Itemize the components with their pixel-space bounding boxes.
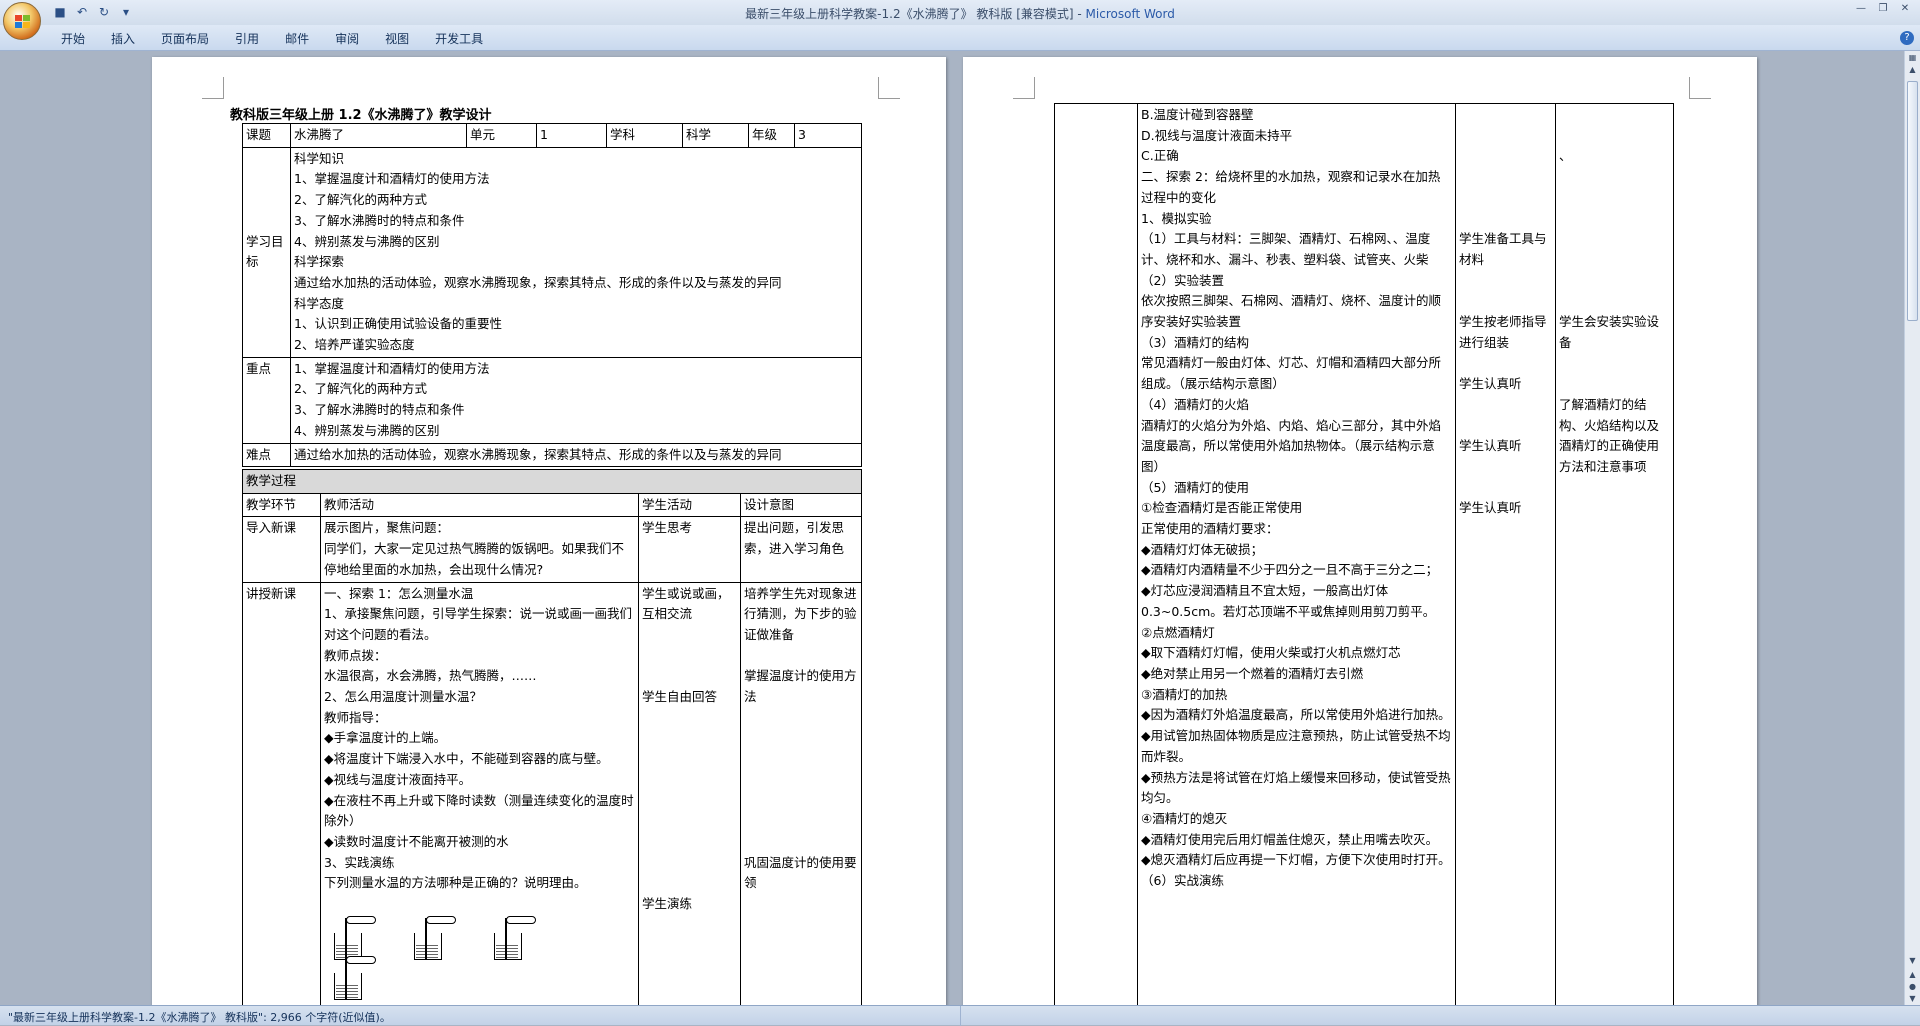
- table-cell: 课题: [242, 123, 291, 148]
- table-header: 教师活动: [320, 492, 639, 518]
- table-cell: 1、掌握温度计和酒精灯的使用方法 2、了解汽化的两种方式 3、了解水沸腾时的特点…: [290, 356, 862, 444]
- document-title: 最新三年级上册科学教案-1.2《水沸腾了》 教科版 [兼容模式] -: [745, 7, 1086, 21]
- table-row: B.温度计碰到容器壁 D.视线与温度计液面未持平 C.正确 二、探索 2：给烧杯…: [1054, 103, 1674, 1005]
- table-cell: 讲授新课: [242, 581, 321, 1005]
- table-cell: 科学: [682, 123, 749, 148]
- page-1: 教科版三年级上册 1.2《水沸腾了》教学设计 课题 水沸腾了 单元 1 学科 科…: [152, 57, 946, 1005]
- table-cell: 一、探索 1：怎么测量水温 1、承接聚焦问题，引导学生探索：说一说或画一画我们对…: [320, 581, 639, 1005]
- table-cell: 学习目标: [242, 146, 291, 358]
- table-cell: 学科: [606, 123, 683, 148]
- table-cell: 培养学生先对现象进行猜测，为下步的验证做准备 掌握温度计的使用方法 巩固温度计的…: [740, 581, 862, 1005]
- table-header: 教学环节: [242, 492, 321, 518]
- tab-mailings[interactable]: 邮件: [272, 30, 322, 47]
- vertical-scrollbar[interactable]: ▦ ▲ ▼ ▲ ● ▼: [1904, 51, 1920, 1005]
- tab-developer[interactable]: 开发工具: [422, 30, 496, 47]
- table-cell: 学生准备工具与材料 学生按老师指导进行组装 学生认真听 学生认真听 学生认真听: [1455, 103, 1556, 1005]
- scroll-down-icon[interactable]: ▼: [1907, 956, 1918, 965]
- lesson-info-table: 课题 水沸腾了 单元 1 学科 科学 年级 3 学习目标 科学知识 1、掌握温度…: [242, 123, 862, 468]
- thermometer-figure: [324, 916, 635, 1001]
- crop-mark: [1013, 77, 1035, 99]
- table-cell: 学生思考: [638, 516, 741, 583]
- office-logo-icon: [15, 15, 30, 28]
- table-cell: 1: [536, 123, 607, 148]
- tab-home[interactable]: 开始: [48, 30, 98, 47]
- table-cell: 单元: [466, 123, 537, 148]
- beaker-image-a: [332, 916, 376, 961]
- table-row: 重点 1、掌握温度计和酒精灯的使用方法 2、了解汽化的两种方式 3、了解水沸腾时…: [242, 356, 862, 444]
- next-page-icon[interactable]: ▼: [1907, 994, 1918, 1003]
- table-row: 导入新课 展示图片，聚焦问题： 同学们，大家一定见过热气腾腾的饭锅吧。如果我们不…: [242, 516, 862, 583]
- close-icon[interactable]: ✕: [1896, 2, 1914, 16]
- table-row: 教学过程: [242, 469, 862, 494]
- tab-page-layout[interactable]: 页面布局: [148, 30, 222, 47]
- beaker-image-b: [412, 916, 456, 961]
- table-cell: 重点: [242, 356, 291, 444]
- table-header: 学生活动: [638, 492, 741, 518]
- ribbon-tabs: 开始 插入 页面布局 引用 邮件 审阅 视图 开发工具: [48, 30, 496, 47]
- beaker-image-d: [332, 956, 376, 1001]
- page-2: B.温度计碰到容器壁 D.视线与温度计液面未持平 C.正确 二、探索 2：给烧杯…: [963, 57, 1757, 1005]
- document-workspace: 教科版三年级上册 1.2《水沸腾了》教学设计 课题 水沸腾了 单元 1 学科 科…: [0, 51, 1904, 1005]
- table-cell: 、 学生会安装实验设备 了解酒精灯的结构、火焰结构以及酒精灯的正确使用方法和注意…: [1555, 103, 1674, 1005]
- restore-icon[interactable]: ❐: [1874, 2, 1892, 16]
- process-table: 教学过程 教学环节 教师活动 学生活动 设计意图 导入新课 展示图片，聚焦问题：…: [242, 469, 862, 1005]
- window-controls: — ❐ ✕: [1852, 2, 1914, 16]
- table-cell: 提出问题，引发思索，进入学习角色: [740, 516, 862, 583]
- table-cell: 难点: [242, 442, 291, 468]
- status-text: "最新三年级上册科学教案-1.2《水沸腾了》 教科版": 2,966 个字符(近…: [8, 1011, 391, 1024]
- status-bar: "最新三年级上册科学教案-1.2《水沸腾了》 教科版": 2,966 个字符(近…: [0, 1005, 1920, 1026]
- table-cell: [1054, 103, 1138, 1005]
- tab-view[interactable]: 视图: [372, 30, 422, 47]
- process-table-continued: B.温度计碰到容器壁 D.视线与温度计液面未持平 C.正确 二、探索 2：给烧杯…: [1054, 103, 1674, 1005]
- title-bar: ■ ↶ ↻ ▾ 最新三年级上册科学教案-1.2《水沸腾了》 教科版 [兼容模式]…: [0, 0, 1920, 25]
- table-row: 难点 通过给水加热的活动体验，观察水沸腾现象，探索其特点、形成的条件以及与蒸发的…: [242, 442, 862, 468]
- table-cell: 学生或说或画，互相交流 学生自由回答 学生演练: [638, 581, 741, 1005]
- tab-references[interactable]: 引用: [222, 30, 272, 47]
- select-browse-object-icon[interactable]: ●: [1907, 982, 1918, 991]
- table-cell: 3: [794, 123, 862, 148]
- ruler-toggle-icon[interactable]: ▦: [1907, 53, 1918, 62]
- status-separator: [960, 1006, 961, 1026]
- table-header: 设计意图: [740, 492, 862, 518]
- previous-page-icon[interactable]: ▲: [1907, 970, 1918, 979]
- table-row: 学习目标 科学知识 1、掌握温度计和酒精灯的使用方法 2、了解汽化的两种方式 3…: [242, 146, 862, 358]
- table-cell: 科学知识 1、掌握温度计和酒精灯的使用方法 2、了解汽化的两种方式 3、了解水沸…: [290, 146, 862, 358]
- ribbon: 开始 插入 页面布局 引用 邮件 审阅 视图 开发工具: [0, 25, 1920, 51]
- crop-mark: [878, 77, 900, 99]
- table-cell: 通过给水加热的活动体验，观察水沸腾现象，探索其特点、形成的条件以及与蒸发的异同: [290, 442, 862, 468]
- office-button[interactable]: [3, 2, 41, 40]
- crop-mark: [202, 77, 224, 99]
- scrollbar-thumb[interactable]: [1907, 81, 1918, 321]
- table-cell: 导入新课: [242, 516, 321, 583]
- table-row: 课题 水沸腾了 单元 1 学科 科学 年级 3: [242, 123, 862, 148]
- doc-heading: 教科版三年级上册 1.2《水沸腾了》教学设计: [230, 108, 492, 123]
- tab-review[interactable]: 审阅: [322, 30, 372, 47]
- window-title: 最新三年级上册科学教案-1.2《水沸腾了》 教科版 [兼容模式] - Micro…: [0, 5, 1920, 22]
- teacher-activity-text: 一、探索 1：怎么测量水温 1、承接聚焦问题，引导学生探索：说一说或画一画我们对…: [324, 585, 634, 891]
- help-icon[interactable]: ?: [1900, 31, 1914, 45]
- crop-mark: [1689, 77, 1711, 99]
- minimize-icon[interactable]: —: [1852, 2, 1870, 16]
- table-cell: 展示图片，聚焦问题： 同学们，大家一定见过热气腾腾的饭锅吧。如果我们不停地给里面…: [320, 516, 639, 583]
- scroll-up-icon[interactable]: ▲: [1907, 65, 1918, 74]
- beaker-image-c: [492, 916, 536, 961]
- table-cell: 年级: [748, 123, 795, 148]
- table-row: 教学环节 教师活动 学生活动 设计意图: [242, 492, 862, 518]
- tab-insert[interactable]: 插入: [98, 30, 148, 47]
- table-cell: 教学过程: [242, 469, 862, 494]
- table-cell: 水沸腾了: [290, 123, 467, 148]
- table-row: 讲授新课 一、探索 1：怎么测量水温 1、承接聚焦问题，引导学生探索：说一说或画…: [242, 581, 862, 1005]
- app-name: Microsoft Word: [1085, 7, 1175, 21]
- table-cell: B.温度计碰到容器壁 D.视线与温度计液面未持平 C.正确 二、探索 2：给烧杯…: [1137, 103, 1456, 1005]
